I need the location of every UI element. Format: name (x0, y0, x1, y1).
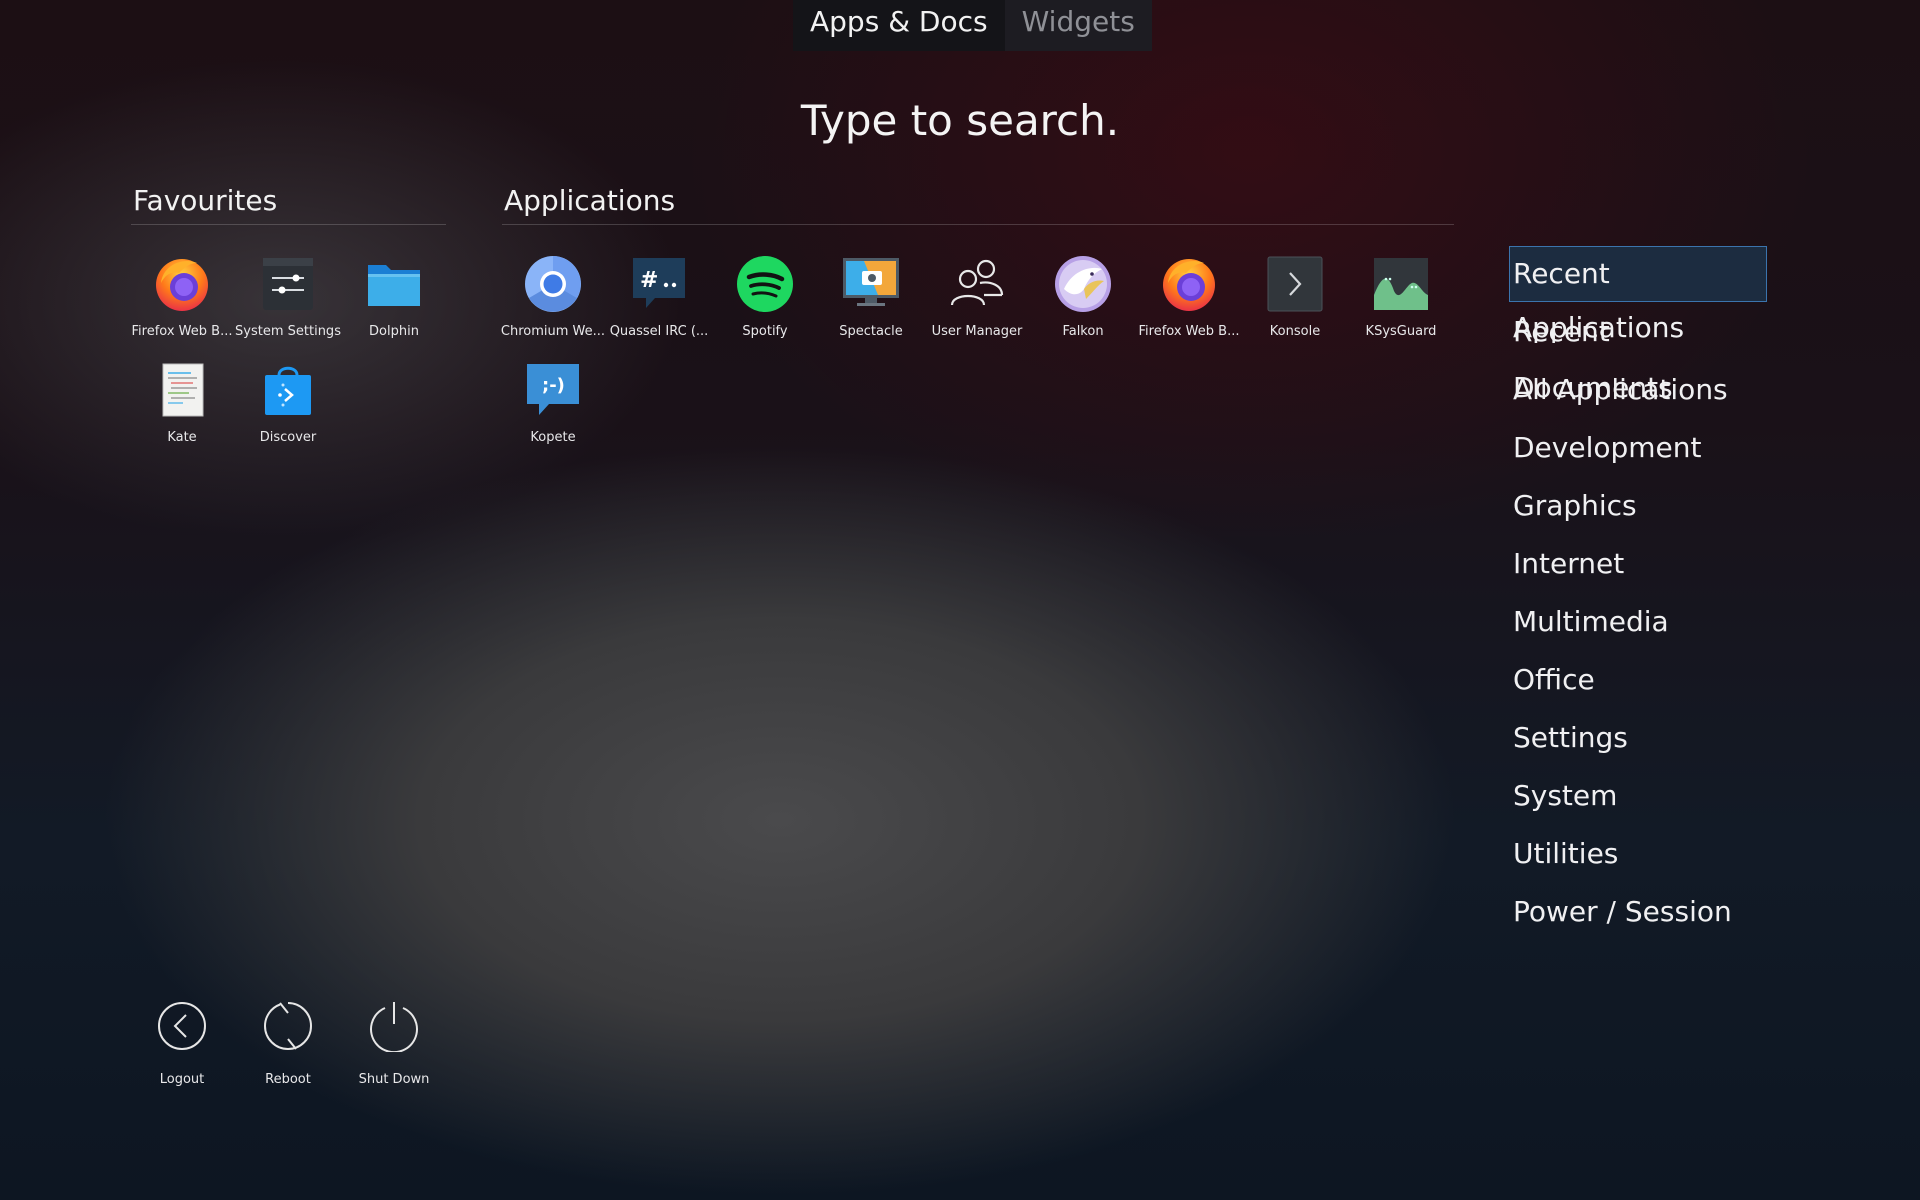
spotify-icon (736, 255, 794, 313)
favourite-label: Kate (167, 430, 197, 445)
category-graphics[interactable]: Graphics (1509, 478, 1767, 534)
app-item-falkon[interactable]: Falkon (1030, 255, 1136, 339)
favourites-divider (131, 224, 446, 225)
discover-icon (259, 361, 317, 419)
app-label: Firefox Web B... (1138, 324, 1240, 339)
app-item-konsole[interactable]: Konsole (1242, 255, 1348, 339)
category-development[interactable]: Development (1509, 420, 1767, 476)
view-tabs: Apps & Docs Widgets (793, 0, 1152, 51)
ksysguard-icon (1372, 255, 1430, 313)
favourite-item-discover[interactable]: Discover (235, 361, 341, 445)
applications-title: Applications (504, 184, 676, 217)
konsole-icon (1266, 255, 1324, 313)
app-label: Chromium We... (500, 324, 606, 339)
app-label: Konsole (1269, 324, 1321, 339)
shutdown-label: Shut Down (358, 1072, 430, 1087)
logout-icon (156, 1000, 208, 1052)
shutdown-icon (368, 1000, 420, 1054)
app-label: Falkon (1062, 324, 1104, 339)
app-item-user-manager[interactable]: User Manager (924, 255, 1030, 339)
app-item-spotify[interactable]: Spotify (712, 255, 818, 339)
spectacle-icon (842, 255, 900, 313)
app-label: Spectacle (839, 324, 903, 339)
app-item-kopete[interactable]: ;-) Kopete (500, 361, 606, 445)
category-office[interactable]: Office (1509, 652, 1767, 708)
category-system[interactable]: System (1509, 768, 1767, 824)
category-recent-documents[interactable]: Recent Documents (1509, 304, 1767, 404)
favourite-label: Firefox Web B... (131, 324, 233, 339)
kopete-icon: ;-) (524, 361, 582, 419)
favourite-label: Dolphin (369, 324, 419, 339)
user-manager-icon (948, 255, 1006, 313)
app-item-quassel[interactable]: # Quassel IRC (... (606, 255, 712, 339)
category-internet[interactable]: Internet (1509, 536, 1767, 592)
reboot-icon (262, 1000, 314, 1052)
favourite-item-dolphin[interactable]: Dolphin (341, 255, 447, 339)
category-recent-applications[interactable]: Recent Applications (1509, 246, 1767, 344)
category-all-applications[interactable]: All Applications (1509, 362, 1767, 418)
tab-widgets[interactable]: Widgets (1004, 0, 1152, 51)
favourite-item-firefox[interactable]: Firefox Web B... (129, 255, 235, 339)
reboot-label: Reboot (265, 1072, 311, 1087)
app-item-spectacle[interactable]: Spectacle (818, 255, 924, 339)
app-label: Kopete (530, 430, 576, 445)
firefox-icon (1160, 255, 1218, 313)
system-settings-icon (259, 255, 317, 313)
svg-text:;-): ;-) (542, 375, 565, 396)
chromium-icon (524, 255, 582, 313)
firefox-icon (153, 255, 211, 313)
app-label: User Manager (931, 324, 1023, 339)
tab-apps-docs[interactable]: Apps & Docs (793, 0, 1005, 51)
favourite-item-kate[interactable]: Kate (129, 361, 235, 445)
favourites-title: Favourites (133, 184, 278, 217)
app-item-ksysguard[interactable]: KSysGuard (1348, 255, 1454, 339)
logout-button[interactable]: Logout (132, 1000, 232, 1087)
applications-divider (502, 224, 1454, 225)
app-label: Spotify (742, 324, 788, 339)
favourite-label: System Settings (235, 324, 341, 339)
favourite-label: Discover (259, 430, 317, 445)
reboot-button[interactable]: Reboot (238, 1000, 338, 1087)
category-power-session[interactable]: Power / Session (1509, 884, 1767, 940)
svg-text:#: # (640, 268, 658, 293)
app-label: KSysGuard (1365, 324, 1437, 339)
category-multimedia[interactable]: Multimedia (1509, 594, 1767, 650)
category-settings[interactable]: Settings (1509, 710, 1767, 766)
search-prompt[interactable]: Type to search. (0, 96, 1920, 145)
falkon-icon (1054, 255, 1112, 313)
kate-icon (153, 361, 211, 419)
logout-label: Logout (159, 1072, 205, 1087)
category-utilities[interactable]: Utilities (1509, 826, 1767, 882)
shutdown-button[interactable]: Shut Down (344, 1000, 444, 1087)
app-item-firefox[interactable]: Firefox Web B... (1136, 255, 1242, 339)
quassel-icon: # (630, 255, 688, 313)
app-item-chromium[interactable]: Chromium We... (500, 255, 606, 339)
app-label: Quassel IRC (... (609, 324, 709, 339)
favourite-item-system-settings[interactable]: System Settings (235, 255, 341, 339)
folder-icon (365, 255, 423, 313)
